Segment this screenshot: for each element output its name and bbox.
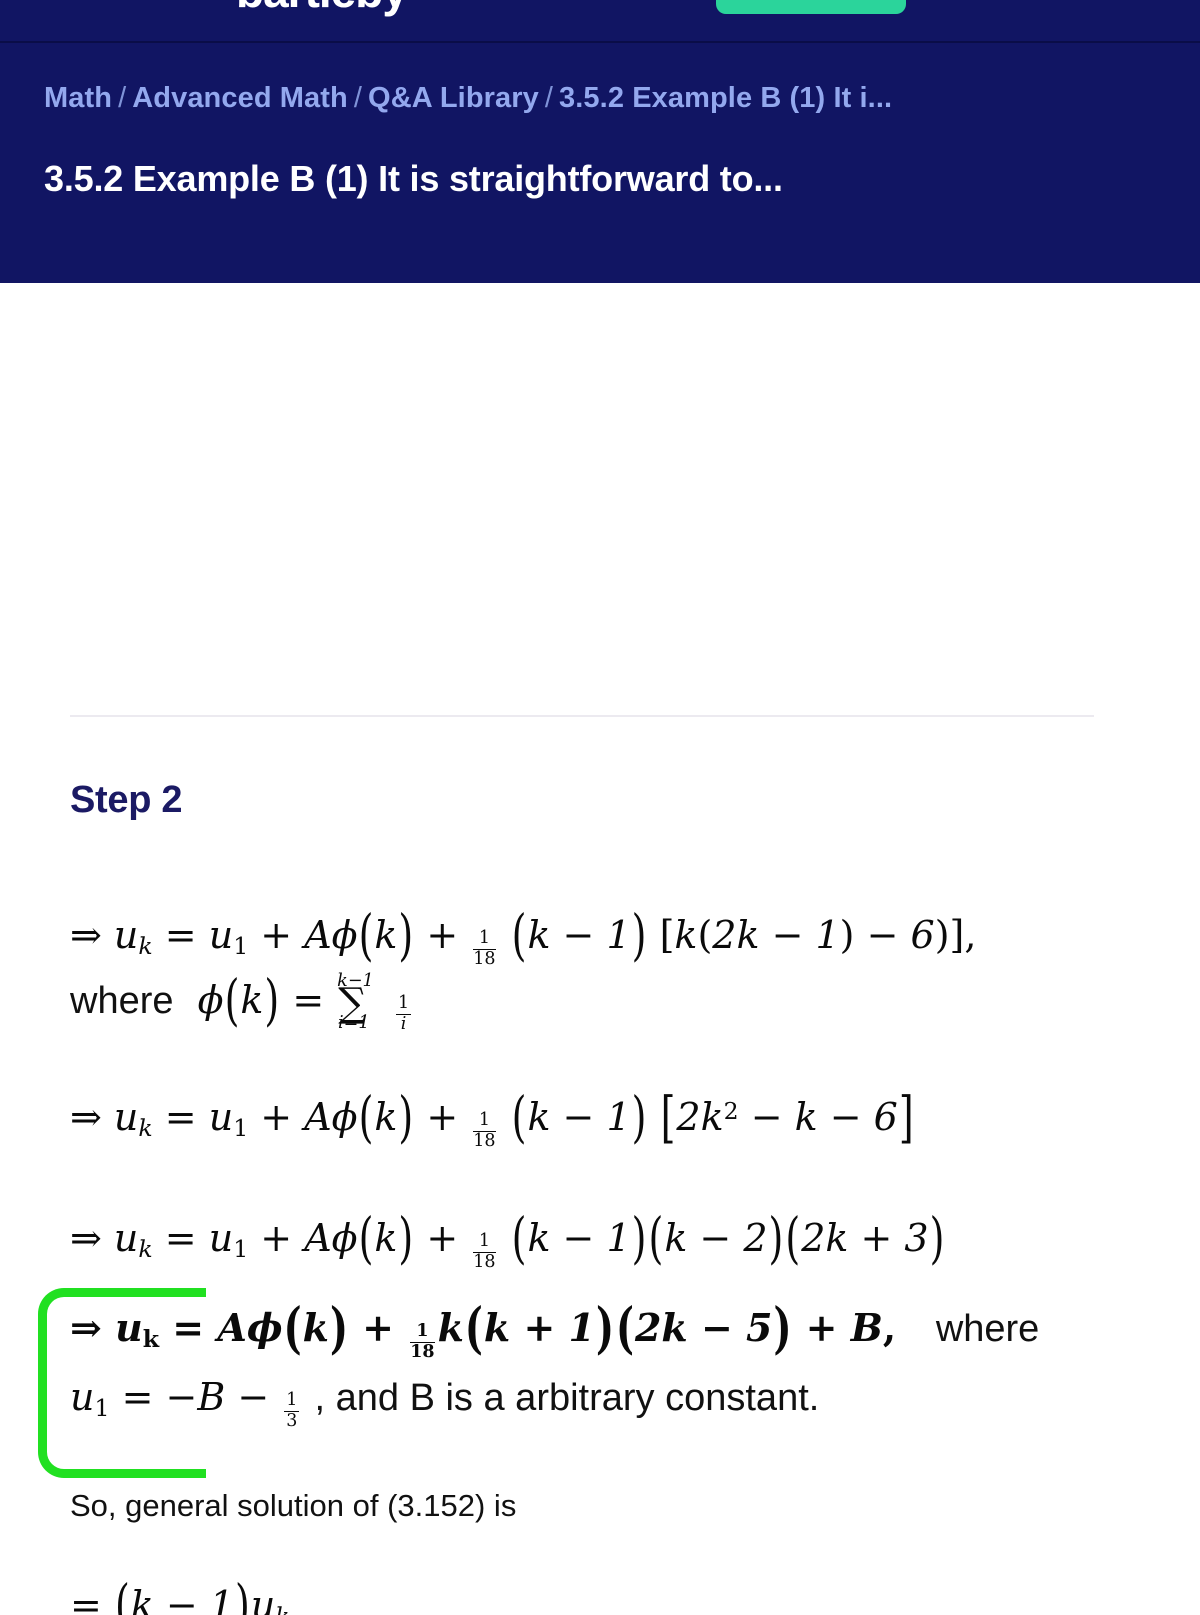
step-heading: Step 2 bbox=[70, 779, 183, 821]
equation-line-1b: where ϕ(k) = ∑ k−1 i=1 1i bbox=[70, 968, 412, 1034]
breadcrumb-separator: / bbox=[353, 82, 363, 114]
breadcrumb: Math / Advanced Math / Q&A Library/3.5.2 Exa… bbox=[44, 82, 892, 115]
where-label-2: where bbox=[935, 1308, 1040, 1350]
breadcrumb-item-math[interactable]: Math bbox=[44, 82, 112, 114]
brand-logo-text[interactable]: bartleby bbox=[236, 0, 408, 18]
equation-line-5: = (k − 1)uk bbox=[70, 1573, 290, 1615]
top-navigation-bar: bartleby Get Started bbox=[0, 0, 1200, 43]
equation-line-4b: u1 = −B − 13 , and B is a arbitrary cons… bbox=[70, 1375, 820, 1431]
prose-general-solution: So, general solution of (3.152) is bbox=[70, 1488, 517, 1523]
breadcrumb-separator: / bbox=[118, 82, 127, 114]
equation-line-1: ⇒ uk = u1 + Aϕ(k) + 1 18 (k − 1) [k(2k − … bbox=[70, 903, 977, 969]
page-header: bartleby Get Started Math/Advanced Math/… bbox=[0, 0, 1200, 283]
equation-line-3: ⇒ uk = u1 + Aϕ(k) + 1 18 (k − 1)(k − 2)(2… bbox=[70, 1206, 945, 1272]
page-title: 3.5.2 Example B (1) It is straightforwar… bbox=[44, 158, 783, 199]
summation-symbol: ∑ k−1 i=1 bbox=[337, 971, 374, 1034]
get-started-button[interactable]: Get Started bbox=[716, 0, 906, 14]
arbitrary-constant-note: , and B is a arbitrary constant. bbox=[314, 1377, 820, 1419]
answer-content: Step 2 ⇒ uk = u1 + Aϕ(k) + 1 18 (k − 1) [… bbox=[0, 283, 1200, 1615]
where-label: where bbox=[70, 980, 174, 1022]
breadcrumb-item-current[interactable]: 3.5.2 Example B (1) It i... bbox=[559, 82, 892, 114]
breadcrumb-item-qa-library[interactable]: Q&A Library bbox=[368, 82, 539, 114]
breadcrumb-separator: / bbox=[544, 82, 554, 114]
breadcrumb-item-advanced-math[interactable]: Advanced Math bbox=[132, 82, 348, 114]
equation-line-2: ⇒ uk = u1 + Aϕ(k) + 1 18 (k − 1) [2k2 − k… bbox=[70, 1085, 914, 1151]
equation-line-4-boxed: ⇒ uk = Aϕ(k) + 1 18 k(k + 1)(2k − 5) + B, … bbox=[70, 1294, 1040, 1362]
section-divider bbox=[70, 715, 1094, 717]
